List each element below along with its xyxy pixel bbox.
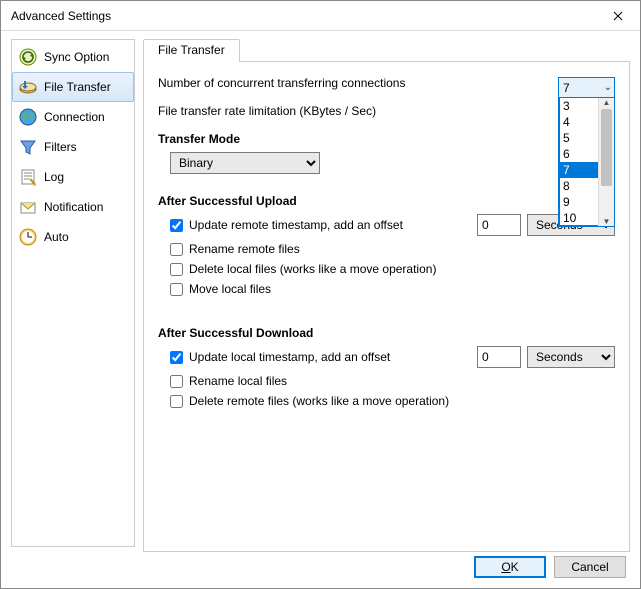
concurrent-connections-label: Number of concurrent transferring connec… bbox=[158, 76, 615, 90]
tab-strip: File Transfer bbox=[143, 39, 630, 62]
sidebar-item-label: Notification bbox=[44, 200, 103, 214]
sidebar-item-label: Sync Option bbox=[44, 50, 109, 64]
window-close-button[interactable] bbox=[595, 1, 640, 30]
after-upload-head: After Successful Upload bbox=[158, 194, 615, 208]
upload-delete-local-checkbox[interactable] bbox=[170, 263, 183, 276]
scrollbar-thumb[interactable] bbox=[601, 109, 612, 186]
row-concurrent: Number of concurrent transferring connec… bbox=[158, 76, 615, 90]
concurrent-selected-value: 7 bbox=[563, 81, 570, 95]
sidebar-item-label: Auto bbox=[44, 230, 69, 244]
dropdown-scrollbar[interactable]: ▲ ▼ bbox=[598, 98, 614, 226]
concurrent-option[interactable]: 3 bbox=[559, 98, 598, 114]
upload-delete-local-label: Delete local files (works like a move op… bbox=[189, 262, 436, 276]
sidebar-item-label: Filters bbox=[44, 140, 77, 154]
dialog-footer: OK Cancel bbox=[1, 547, 640, 587]
cancel-button[interactable]: Cancel bbox=[554, 556, 626, 578]
drive-transfer-icon bbox=[18, 77, 38, 97]
close-icon bbox=[613, 11, 623, 21]
concurrent-options-list: 3 4 5 6 7 8 9 10 bbox=[559, 98, 598, 226]
transfer-mode-select[interactable]: Binary bbox=[170, 152, 320, 174]
title-bar: Advanced Settings bbox=[1, 1, 640, 31]
download-update-timestamp-checkbox[interactable] bbox=[170, 351, 183, 364]
upload-move-local-checkbox[interactable] bbox=[170, 283, 183, 296]
after-download-head: After Successful Download bbox=[158, 326, 615, 340]
upload-update-timestamp-label: Update remote timestamp, add an offset bbox=[189, 218, 471, 232]
concurrent-option[interactable]: 5 bbox=[559, 130, 598, 146]
download-delete-remote-label: Delete remote files (works like a move o… bbox=[189, 394, 449, 408]
concurrent-option[interactable]: 4 bbox=[559, 114, 598, 130]
concurrent-option[interactable]: 10 bbox=[559, 210, 598, 226]
upload-offset-input[interactable] bbox=[477, 214, 521, 236]
sidebar-item-auto[interactable]: Auto bbox=[12, 222, 134, 252]
sidebar-item-file-transfer[interactable]: File Transfer bbox=[12, 72, 134, 102]
sidebar-item-filters[interactable]: Filters bbox=[12, 132, 134, 162]
envelope-icon bbox=[18, 197, 38, 217]
chevron-down-icon: ⌄ bbox=[604, 82, 612, 93]
concurrent-option[interactable]: 9 bbox=[559, 194, 598, 210]
tab-label: File Transfer bbox=[158, 43, 225, 57]
sync-icon bbox=[18, 47, 38, 67]
settings-sidebar: Sync Option File Transfer Connection Fil… bbox=[11, 39, 135, 547]
download-offset-input[interactable] bbox=[477, 346, 521, 368]
clock-icon bbox=[18, 227, 38, 247]
upload-update-timestamp-checkbox[interactable] bbox=[170, 219, 183, 232]
log-icon bbox=[18, 167, 38, 187]
sidebar-item-sync-option[interactable]: Sync Option bbox=[12, 42, 134, 72]
globe-icon bbox=[18, 107, 38, 127]
sidebar-item-label: Log bbox=[44, 170, 64, 184]
upload-rename-remote-label: Rename remote files bbox=[189, 242, 300, 256]
rate-limit-label: File transfer rate limitation (KBytes / … bbox=[158, 104, 615, 118]
download-rename-local-label: Rename local files bbox=[189, 374, 287, 388]
ok-button[interactable]: OK bbox=[474, 556, 546, 578]
download-update-timestamp-label: Update local timestamp, add an offset bbox=[189, 350, 471, 364]
content-area: File Transfer Number of concurrent trans… bbox=[143, 39, 630, 547]
concurrent-option[interactable]: 8 bbox=[559, 178, 598, 194]
concurrent-option[interactable]: 7 bbox=[559, 162, 598, 178]
transfer-mode-head: Transfer Mode bbox=[158, 132, 615, 146]
download-delete-remote-checkbox[interactable] bbox=[170, 395, 183, 408]
concurrent-option[interactable]: 6 bbox=[559, 146, 598, 162]
tab-file-transfer[interactable]: File Transfer bbox=[143, 39, 240, 62]
concurrent-connections-dropdown[interactable]: 7 ⌄ 3 4 5 6 7 8 9 10 ▲ bbox=[558, 77, 615, 227]
scroll-up-icon[interactable]: ▲ bbox=[603, 98, 611, 107]
upload-rename-remote-checkbox[interactable] bbox=[170, 243, 183, 256]
download-offset-unit-select[interactable]: Seconds bbox=[527, 346, 615, 368]
upload-move-local-label: Move local files bbox=[189, 282, 271, 296]
scroll-down-icon[interactable]: ▼ bbox=[603, 217, 611, 226]
sidebar-item-connection[interactable]: Connection bbox=[12, 102, 134, 132]
row-rate-limit: File transfer rate limitation (KBytes / … bbox=[158, 104, 615, 118]
funnel-icon bbox=[18, 137, 38, 157]
sidebar-item-log[interactable]: Log bbox=[12, 162, 134, 192]
tab-panel: Number of concurrent transferring connec… bbox=[143, 62, 630, 552]
download-rename-local-checkbox[interactable] bbox=[170, 375, 183, 388]
window-title: Advanced Settings bbox=[11, 9, 595, 23]
dialog-body: Sync Option File Transfer Connection Fil… bbox=[1, 31, 640, 547]
sidebar-item-label: Connection bbox=[44, 110, 105, 124]
sidebar-item-label: File Transfer bbox=[44, 80, 111, 94]
sidebar-item-notification[interactable]: Notification bbox=[12, 192, 134, 222]
